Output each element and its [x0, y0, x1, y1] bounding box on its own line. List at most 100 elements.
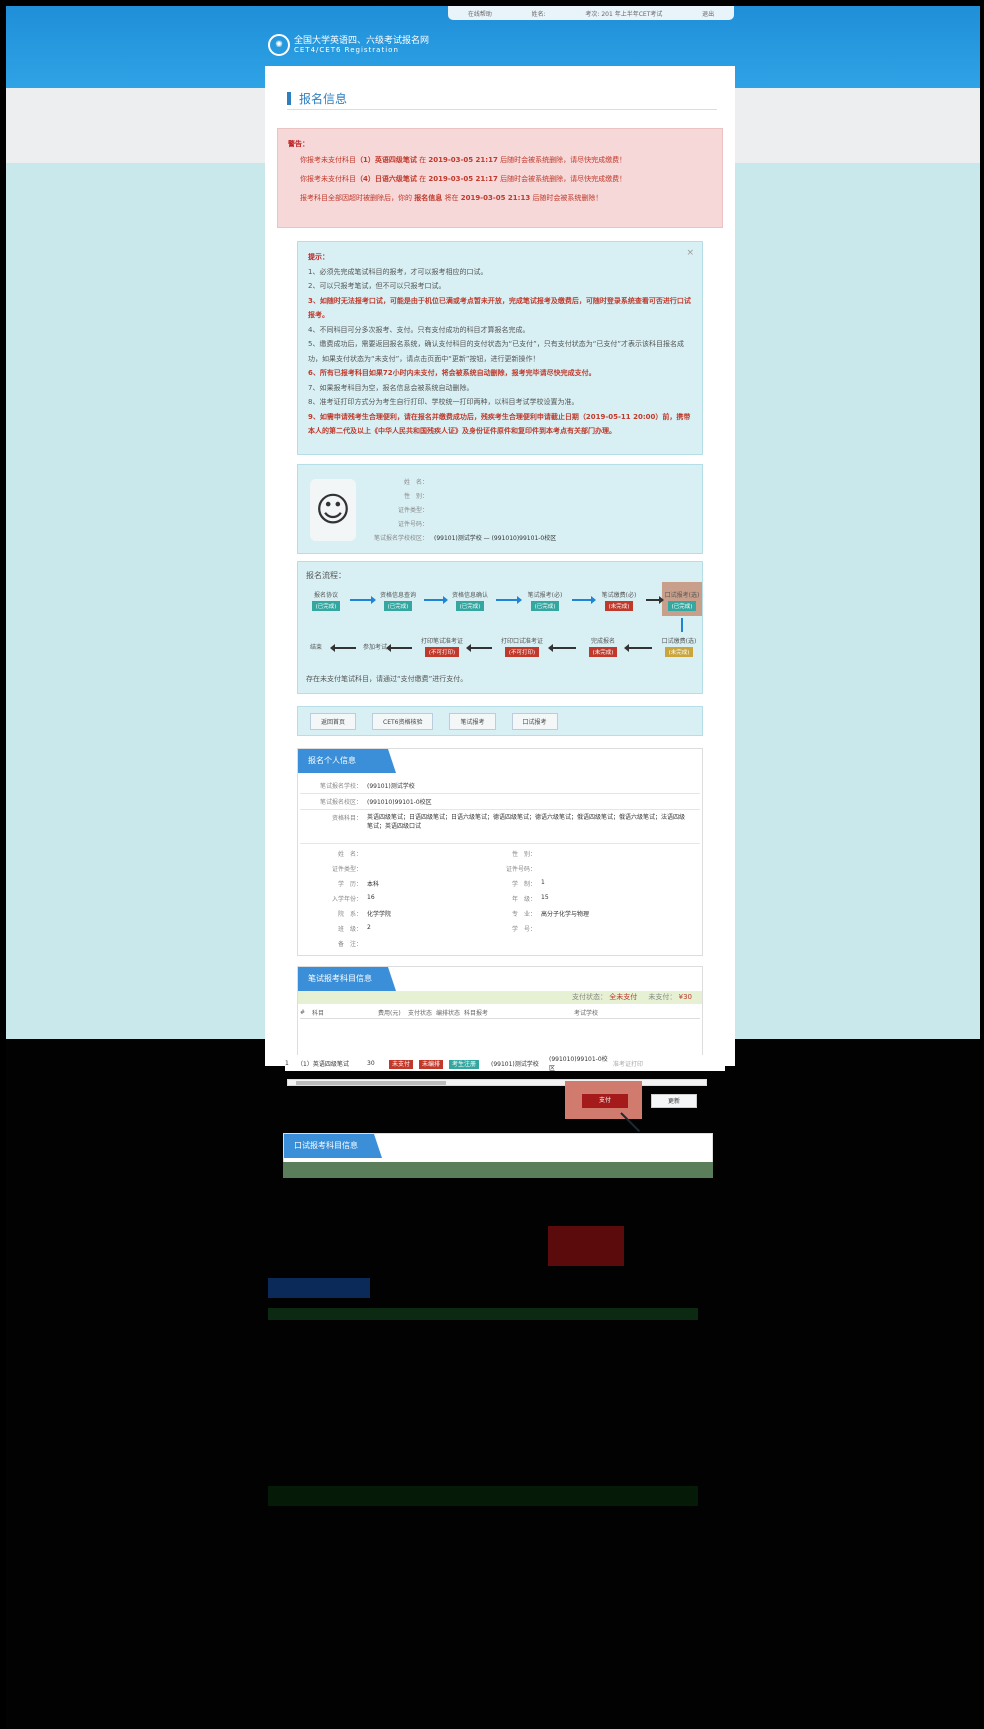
- warning-line: 你报考未支付科目（1）英语四级笔试 在 2019-03-05 21:17 后随时…: [300, 156, 627, 164]
- flow-step: 资格信息确认 (已完成): [451, 592, 488, 611]
- flow-arrow: [624, 644, 652, 652]
- flow-step: 资格信息查询 (已完成): [379, 592, 416, 611]
- warning-line: 你报考未支付科目（4）日语六级笔试 在 2019-03-05 21:17 后随时…: [300, 175, 627, 183]
- profile-card: ☺ 姓 名： 性 别： 证件类型： 证件号码： 笔试报名学校校区： (99101)…: [297, 464, 703, 554]
- section-header: 笔试报考科目信息: [298, 967, 702, 991]
- profile-row: 笔试报名学校校区： (99101)测试学校 — (991010)99101-0校区: [373, 535, 557, 542]
- corrupted-green-band: [268, 1308, 698, 1320]
- info-cell: 证件号码：: [505, 866, 536, 873]
- flow-arrow: [496, 596, 522, 604]
- info-cell: 姓 名：: [337, 851, 362, 858]
- info-cell: 院 系： 化学学院: [337, 911, 392, 918]
- top-bar: 在线帮助 姓名: 考次: 201 年上半年CET考试 退出: [448, 6, 734, 20]
- home-button[interactable]: 返回首页: [310, 712, 357, 730]
- corrupted-blue-tab: [268, 1278, 370, 1298]
- profile-row: 姓 名：: [403, 479, 428, 486]
- unpaid-badge: 未支付: [389, 1059, 414, 1069]
- tip-item: 4、不同科目可分多次报考、支付。只有支付成功的科目才算报名完成。: [308, 325, 530, 334]
- info-cell: 证件类型：: [331, 866, 362, 873]
- action-bar: 返回首页 CET6资格核验 笔试报考 口试报考: [297, 706, 703, 736]
- divider: [300, 843, 700, 844]
- tip-item: 8、准考证打印方式分为考生自行打印、学校统一打印两种，以科目考试学校设置为准。: [308, 398, 579, 406]
- flow-title: 报名流程：: [306, 571, 346, 580]
- pay-button[interactable]: 支付: [582, 1094, 628, 1108]
- scroll-thumb[interactable]: [296, 1081, 446, 1085]
- flow-step: 报名协议 (已完成): [304, 590, 348, 611]
- info-row: 资格科目： 英语四级笔试；日语四级笔试；日语六级笔试；德语四级笔试；德语六级笔试；…: [331, 814, 686, 830]
- corrupted-green-strip: [283, 1162, 713, 1178]
- flow-step: 参加考试: [362, 644, 387, 651]
- avatar: ☺: [310, 479, 356, 541]
- cet6-verify-button[interactable]: CET6资格核验: [372, 712, 434, 730]
- oral-subjects-section: 口试报考科目信息: [283, 1133, 713, 1163]
- info-cell: 备 注：: [337, 941, 362, 948]
- corrupted-red-block: [548, 1226, 624, 1266]
- site-logo[interactable]: ✺ 全国大学英语四、六级考试报名网 CET4/CET6 Registration: [268, 34, 429, 56]
- warning-line: 报考科目全部因超时被删除后，你的 报名信息 将在 2019-03-05 21:1…: [300, 194, 603, 202]
- info-cell: 性 别：: [511, 851, 536, 858]
- written-apply-button[interactable]: 笔试报考: [449, 712, 496, 730]
- flow-step: 打印笔试准考证 (不可打印): [420, 638, 463, 657]
- tip-item: 5、缴费成功后，需要返回报名系统，确认支付科目的支付状态为“已支付”，只有支付状…: [308, 340, 684, 363]
- info-cell: 学 历： 本科: [337, 881, 380, 888]
- flow-step: 口试缴费(选) (未完成): [661, 638, 697, 657]
- flow-arrow: [466, 644, 492, 652]
- tips-title: 提示：: [308, 253, 329, 261]
- horizontal-scrollbar[interactable]: [287, 1079, 707, 1086]
- flow-step: 笔试报考(必) (已完成): [527, 592, 563, 611]
- profile-row: 证件号码：: [397, 521, 428, 528]
- flow-step-current: 口试报考(选) (已完成): [664, 592, 700, 611]
- tip-item: 3、如随时无法报考口试，可能是由于机位已满或考点暂未开放，完成笔试报考及缴费后，…: [308, 296, 691, 320]
- flow-step: 结束: [309, 644, 322, 651]
- tip-item: 7、如果报考科目为空，报名信息会被系统自动删除。: [308, 383, 474, 392]
- flow-arrow: [548, 644, 576, 652]
- tip-item: 9、如需申请残考生合理便利，请在报名并缴费成功后，残疾考生合理便利申请截止日期（…: [308, 412, 691, 436]
- help-link[interactable]: 在线帮助: [468, 9, 492, 18]
- warning-box: 警告： 你报考未支付科目（1）英语四级笔试 在 2019-03-05 21:17…: [277, 128, 723, 228]
- profile-row: 性 别：: [403, 493, 428, 500]
- section-header: 报名个人信息: [298, 749, 702, 773]
- personal-info-section: 报名个人信息 笔试报名学校： (99101)测试学校 笔试报名校区： (991010…: [297, 748, 703, 956]
- tips-box: × 提示： 1、必须先完成笔试科目的报考，才可以报考相应的口试。 2、可以只报考…: [297, 241, 703, 455]
- flow-arrow: [350, 596, 376, 604]
- table-row: 1 （1）英语四级笔试 30 未支付 未编排 考生注册 (99101)测试学校 …: [285, 1055, 725, 1072]
- logout-link[interactable]: 退出: [702, 9, 714, 18]
- divider: [300, 793, 700, 794]
- tip-item: 1、必须先完成笔试科目的报考，才可以报考相应的口试。: [308, 267, 488, 276]
- info-cell: 入学年份： 16: [331, 894, 375, 903]
- flow-note: 存在未支付笔试科目，请通过“支付缴费”进行支付。: [306, 675, 468, 683]
- flow-arrow-down: [681, 618, 683, 632]
- warning-title: 警告：: [288, 140, 309, 148]
- site-subtitle: CET4/CET6 Registration: [294, 46, 399, 54]
- profile-row: 证件类型：: [397, 507, 428, 514]
- flow-step: 打印口试准考证 (不可打印): [500, 638, 543, 657]
- info-cell: 专 业： 高分子化学与物理: [511, 911, 590, 918]
- info-cell: 班 级： 2: [337, 924, 371, 933]
- exam-session-label: 考次: 201 年上半年CET考试: [585, 10, 663, 18]
- registration-flow: 报名流程： 报名协议 (已完成) 资格信息查询 (已完成) 资格信息确认 (已完成) …: [297, 561, 703, 694]
- close-icon[interactable]: ×: [686, 246, 694, 261]
- flow-step: 笔试缴费(必) (未完成): [601, 592, 637, 611]
- flow-step: 完成报名 (未完成): [582, 636, 624, 657]
- divider: [300, 809, 700, 810]
- emblem-icon: ✺: [268, 34, 290, 56]
- main-panel: 报名信息 警告： 你报考未支付科目（1）英语四级笔试 在 2019-03-05 …: [265, 66, 735, 1066]
- registered-badge: 考生注册: [449, 1059, 480, 1069]
- oral-apply-button[interactable]: 口试报考: [511, 712, 558, 730]
- flow-arrow: [330, 644, 356, 652]
- info-row: 笔试报名学校： (99101)测试学校: [319, 783, 415, 790]
- flow-arrow: [386, 644, 412, 652]
- info-cell: 年 级： 15: [511, 894, 549, 903]
- tip-item: 6、所有已报考科目如果72小时内未支付，将会被系统自动删除，报考完毕请尽快完成支…: [308, 369, 596, 377]
- tip-item: 2、可以只报考笔试，但不可以只报考口试。: [308, 282, 446, 290]
- site-title: 全国大学英语四、六级考试报名网: [294, 36, 430, 46]
- info-cell: 学 制： 1: [511, 879, 545, 888]
- page-title: 报名信息: [287, 88, 717, 110]
- name-label: 姓名:: [531, 10, 546, 18]
- unarranged-badge: 未编排: [419, 1059, 444, 1069]
- flow-arrow: [424, 596, 448, 604]
- refresh-button[interactable]: 更新: [651, 1094, 697, 1108]
- written-subjects-section: 笔试报考科目信息 支付状态： 全未支付 未支付： ¥30 # 科目 费用(元) …: [297, 966, 703, 1066]
- table-header: # 科目 费用(元) 支付状态 编排状态 科目报考 考试学校: [300, 1006, 700, 1019]
- corrupted-green-band: [268, 1486, 698, 1506]
